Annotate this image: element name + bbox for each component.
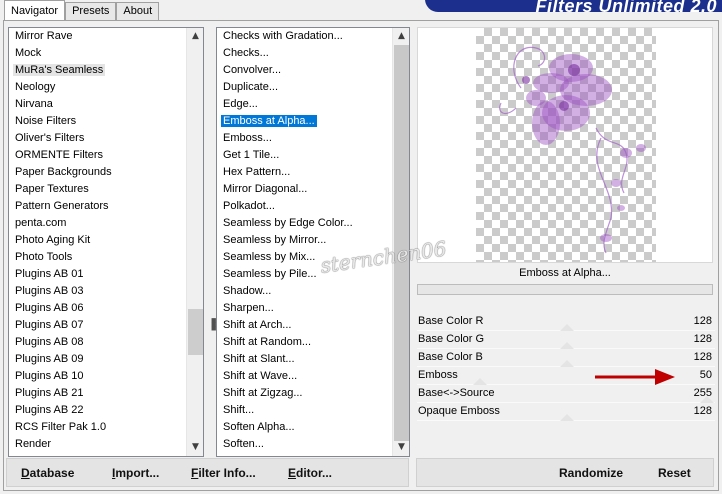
- slider-knob[interactable]: [560, 324, 574, 331]
- preview-pane: [417, 27, 713, 263]
- param-label: Base Color R: [418, 315, 484, 327]
- category-item[interactable]: Oliver's Filters: [11, 130, 114, 147]
- transparency-checkerboard: [476, 28, 656, 262]
- filter-item[interactable]: Polkadot...: [219, 198, 355, 215]
- param-value: 128: [693, 315, 712, 327]
- category-item[interactable]: Plugins AB 01: [11, 266, 114, 283]
- param-slider[interactable]: Opaque Emboss 128: [417, 403, 715, 421]
- category-item[interactable]: ORMENTE Filters: [11, 147, 114, 164]
- filter-item[interactable]: Checks...: [219, 45, 355, 62]
- category-item[interactable]: Plugins AB 21: [11, 385, 114, 402]
- category-item[interactable]: Photo Tools: [11, 249, 114, 266]
- title-banner: Filters Unlimited 2.0: [425, 0, 722, 16]
- red-arrow-icon: [595, 369, 675, 385]
- param-label: Base Color B: [418, 351, 483, 363]
- param-label: Base<->Source: [418, 387, 495, 399]
- filter-info-button[interactable]: Filter Info...: [191, 459, 256, 488]
- filter-item[interactable]: Shift...: [219, 402, 355, 419]
- filter-item[interactable]: Convolver...: [219, 62, 355, 79]
- category-item[interactable]: Plugins AB 09: [11, 351, 114, 368]
- tab-navigator[interactable]: Navigator: [4, 0, 66, 21]
- slider-knob[interactable]: [560, 414, 574, 421]
- banner-title: Filters Unlimited 2.0: [535, 0, 717, 16]
- filter-item[interactable]: Get 1 Tile...: [219, 147, 355, 164]
- filter-item[interactable]: Shift at Wave...: [219, 368, 355, 385]
- filter-item[interactable]: Seamless by Edge Color...: [219, 215, 355, 232]
- category-item[interactable]: Pattern Generators: [11, 198, 114, 215]
- param-slider[interactable]: Base Color G 128: [417, 331, 715, 349]
- param-value: 50: [699, 369, 712, 381]
- scroll-thumb[interactable]: [188, 309, 203, 355]
- param-value: 128: [693, 405, 712, 417]
- category-item[interactable]: Plugins AB 06: [11, 300, 114, 317]
- filter-item[interactable]: Shadow...: [219, 283, 355, 300]
- filter-item[interactable]: Shift at Random...: [219, 334, 355, 351]
- category-item[interactable]: Plugins AB 22: [11, 402, 114, 419]
- category-item[interactable]: Plugins AB 03: [11, 283, 114, 300]
- param-value: 128: [693, 333, 712, 345]
- category-item[interactable]: Mock: [11, 45, 114, 62]
- param-label: Base Color G: [418, 333, 485, 345]
- category-item[interactable]: Paper Backgrounds: [11, 164, 114, 181]
- filter-item[interactable]: Emboss...: [219, 130, 355, 147]
- filter-item[interactable]: Soften...: [219, 436, 355, 453]
- filter-item[interactable]: Checks with Gradation...: [219, 28, 355, 45]
- filter-list[interactable]: Checks with Gradation... Checks... Convolv…: [216, 27, 410, 457]
- tab-presets[interactable]: Presets: [65, 2, 117, 20]
- filter-items: Checks with Gradation... Checks... Convolv…: [219, 28, 355, 453]
- param-slider[interactable]: Base Color R 128: [417, 313, 715, 331]
- progress-bar: [417, 284, 713, 295]
- category-item[interactable]: Neology: [11, 79, 114, 96]
- filter-item[interactable]: Sharpen...: [219, 300, 355, 317]
- filter-item[interactable]: Edge...: [219, 96, 355, 113]
- category-item[interactable]: Photo Aging Kit: [11, 232, 114, 249]
- param-slider[interactable]: Base Color B 128: [417, 349, 715, 367]
- reset-button[interactable]: Reset: [658, 459, 691, 488]
- right-button-bar: Randomize Reset: [416, 458, 714, 487]
- category-item[interactable]: Plugins AB 08: [11, 334, 114, 351]
- category-item[interactable]: Mirror Rave: [11, 28, 114, 45]
- category-items: Mirror Rave Mock MuRa's Seamless Neology Nir…: [11, 28, 114, 453]
- category-item[interactable]: Plugins AB 10: [11, 368, 114, 385]
- category-item[interactable]: MuRa's Seamless: [11, 62, 114, 79]
- filter-item[interactable]: Emboss at Alpha...: [219, 113, 355, 130]
- scroll-down-icon[interactable]: ▼: [187, 439, 203, 456]
- param-value: 128: [693, 351, 712, 363]
- database-button[interactable]: Database: [21, 459, 74, 488]
- slider-knob[interactable]: [560, 360, 574, 367]
- filter-item[interactable]: Hex Pattern...: [219, 164, 355, 181]
- randomize-button[interactable]: Randomize: [559, 459, 623, 488]
- param-value: 255: [693, 387, 712, 399]
- flower-preview-image: [499, 46, 646, 254]
- param-label: Emboss: [418, 369, 458, 381]
- category-item[interactable]: Noise Filters: [11, 113, 114, 130]
- category-item[interactable]: RCS Filter Pak 1.0: [11, 419, 114, 436]
- category-item[interactable]: Paper Textures: [11, 181, 114, 198]
- tab-about[interactable]: About: [116, 2, 160, 20]
- filter-item[interactable]: Duplicate...: [219, 79, 355, 96]
- current-filter-name: Emboss at Alpha...: [519, 267, 611, 279]
- slider-knob[interactable]: [560, 342, 574, 349]
- filter-item[interactable]: Shift at Zigzag...: [219, 385, 355, 402]
- filter-item[interactable]: Seamless by Mirror...: [219, 232, 355, 249]
- scroll-down-icon[interactable]: ▼: [393, 439, 409, 456]
- filter-item[interactable]: Shift at Slant...: [219, 351, 355, 368]
- import-button[interactable]: Import...: [112, 459, 159, 488]
- scroll-up-icon[interactable]: ▲: [393, 28, 409, 45]
- filter-item[interactable]: Shift at Arch...: [219, 317, 355, 334]
- left-button-bar: Database Import... Filter Info... Editor…: [6, 458, 409, 487]
- category-item[interactable]: Plugins AB 07: [11, 317, 114, 334]
- scroll-up-icon[interactable]: ▲: [187, 28, 203, 45]
- param-label: Opaque Emboss: [418, 405, 500, 417]
- editor-button[interactable]: Editor...: [288, 459, 332, 488]
- filter-item[interactable]: Soften Alpha...: [219, 419, 355, 436]
- category-item[interactable]: Render: [11, 436, 114, 453]
- slider-knob[interactable]: [473, 378, 487, 385]
- tab-strip: Navigator Presets About: [4, 0, 160, 21]
- category-list[interactable]: Mirror Rave Mock MuRa's Seamless Neology Nir…: [8, 27, 204, 457]
- category-item[interactable]: Nirvana: [11, 96, 114, 113]
- category-scrollbar[interactable]: ▲ ▼: [186, 28, 203, 456]
- category-item[interactable]: penta.com: [11, 215, 114, 232]
- filter-item[interactable]: Mirror Diagonal...: [219, 181, 355, 198]
